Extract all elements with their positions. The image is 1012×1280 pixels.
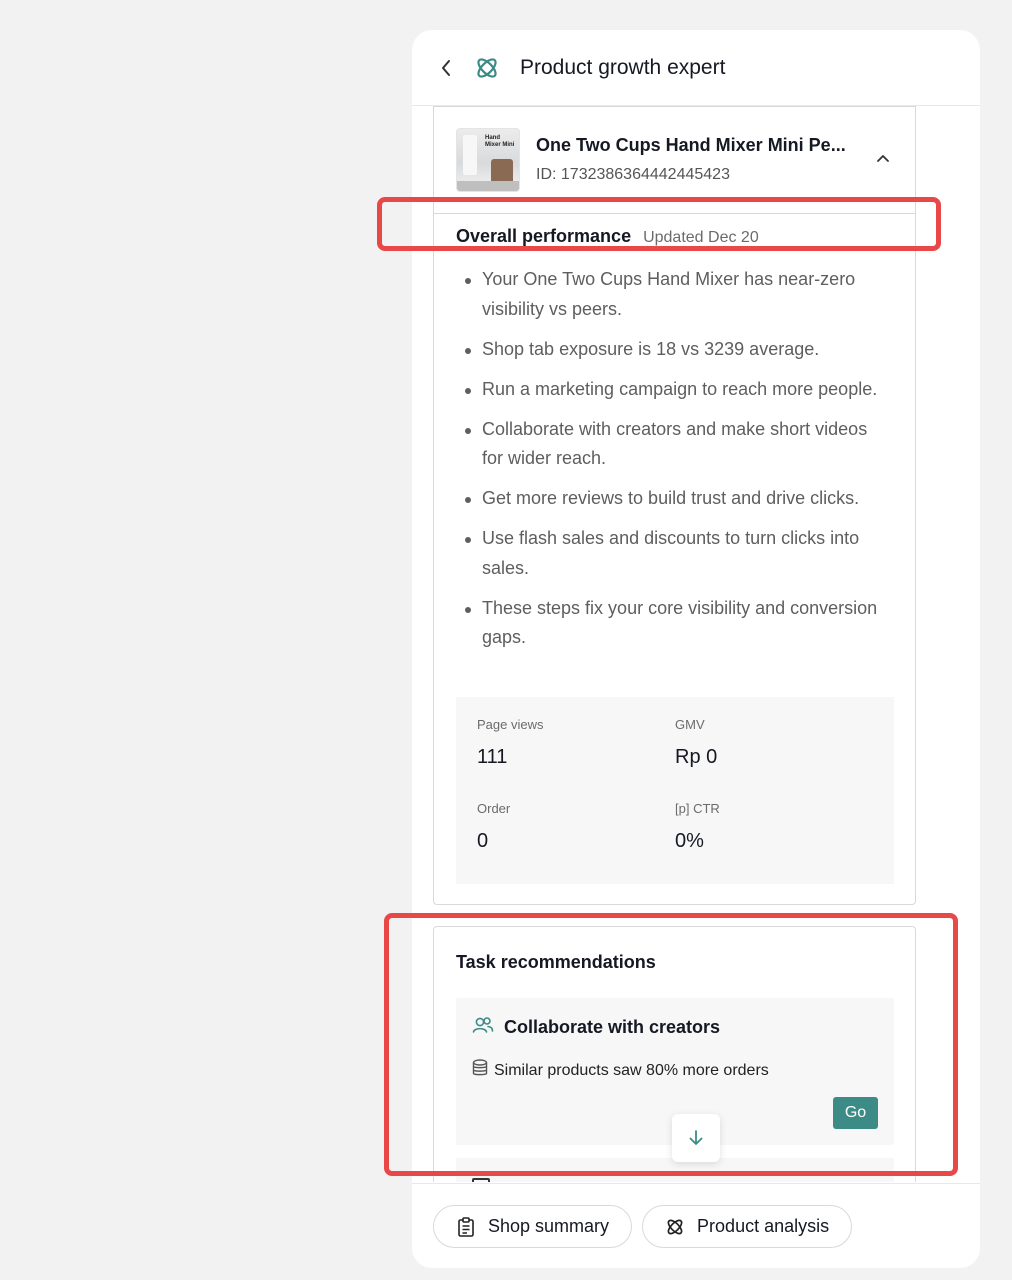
metrics-grid: Page views 111 GMV Rp 0 Order 0 [p] CTR … — [456, 697, 894, 884]
chat-panel: Product growth expert Hand Mixer Mini On… — [412, 30, 980, 1268]
footer-actions: Shop summary Product analysis — [412, 1183, 980, 1268]
performance-header: Overall performance Updated Dec 20 — [434, 214, 915, 247]
list-item: These steps fix your core visibility and… — [456, 594, 893, 653]
panel-header: Product growth expert — [412, 30, 980, 106]
go-button[interactable]: Go — [833, 1097, 878, 1129]
product-card: Hand Mixer Mini One Two Cups Hand Mixer … — [433, 106, 916, 905]
product-thumbnail: Hand Mixer Mini — [456, 128, 520, 192]
scroll-down-button[interactable] — [672, 1114, 720, 1162]
task-description: Similar products saw 80% more orders — [494, 1061, 769, 1079]
product-analysis-label: Product analysis — [697, 1216, 830, 1236]
video-icon — [472, 1178, 490, 1182]
database-icon — [472, 1059, 488, 1082]
metric-gmv: GMV Rp 0 — [675, 717, 718, 768]
page-title: Product growth expert — [520, 55, 726, 79]
list-item: Use flash sales and discounts to turn cl… — [456, 524, 893, 583]
atom-icon — [665, 1217, 685, 1237]
metric-page-views: Page views 111 — [477, 717, 544, 768]
product-name: One Two Cups Hand Mixer Mini Pe... — [536, 135, 846, 155]
performance-updated: Updated Dec 20 — [643, 229, 759, 246]
performance-title: Overall performance — [456, 226, 632, 246]
clipboard-icon — [456, 1216, 476, 1237]
list-item: Your One Two Cups Hand Mixer has near-ze… — [456, 265, 893, 324]
metric-ctr: [p] CTR 0% — [675, 800, 720, 852]
list-item: Run a marketing campaign to reach more p… — [456, 375, 893, 405]
performance-points: Your One Two Cups Hand Mixer has near-ze… — [434, 247, 915, 653]
list-item: Collaborate with creators and make short… — [456, 415, 893, 474]
arrow-down-icon — [689, 1130, 703, 1145]
task-name: Collaborate with creators — [504, 1017, 721, 1037]
back-icon[interactable] — [436, 58, 456, 78]
users-icon — [472, 1016, 494, 1039]
tasks-title: Task recommendations — [456, 952, 656, 972]
list-item: Get more reviews to build trust and driv… — [456, 484, 893, 514]
product-analysis-button[interactable]: Product analysis — [642, 1205, 853, 1248]
collapse-chevron-icon[interactable] — [873, 148, 893, 168]
shop-summary-button[interactable]: Shop summary — [433, 1205, 633, 1248]
list-item: Shop tab exposure is 18 vs 3239 average. — [456, 335, 893, 365]
product-row: Hand Mixer Mini One Two Cups Hand Mixer … — [434, 107, 915, 214]
product-id: ID: 1732386364442445423 — [536, 166, 730, 183]
conversation-scroll[interactable]: Hand Mixer Mini One Two Cups Hand Mixer … — [412, 106, 980, 1182]
metric-order: Order 0 — [477, 800, 511, 852]
atom-logo-icon — [474, 55, 500, 81]
shop-summary-label: Shop summary — [488, 1216, 610, 1236]
